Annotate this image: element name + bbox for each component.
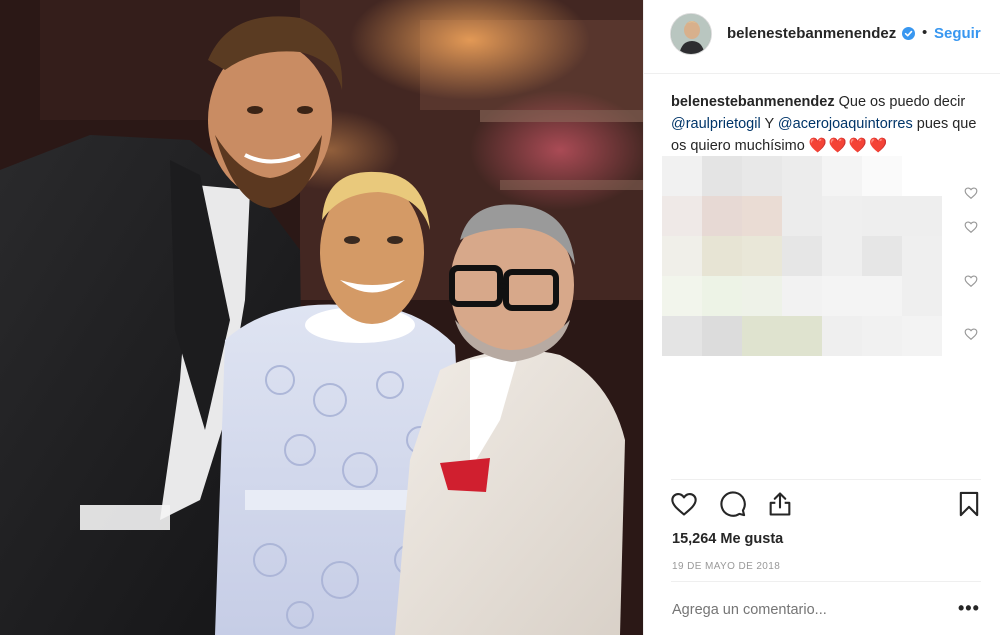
post-caption: belenestebanmenendez Que os puedo decir … [671, 91, 991, 157]
bookmark-icon[interactable] [955, 490, 983, 518]
caption-username[interactable]: belenestebanmenendez [671, 94, 835, 110]
post-photo[interactable] [0, 0, 643, 635]
caption-mention-1[interactable]: @raulprietogil [671, 116, 761, 132]
avatar[interactable] [670, 13, 712, 55]
likes-count[interactable]: 15,264 Me gusta [672, 531, 783, 547]
more-options-icon[interactable]: ••• [958, 598, 980, 619]
comment-like-icon[interactable] [964, 220, 980, 236]
caption-text-2: Y [760, 116, 778, 132]
comment-like-icon[interactable] [964, 274, 980, 290]
comment-like-icon[interactable] [964, 327, 980, 343]
share-icon[interactable] [766, 490, 794, 518]
username[interactable]: belenestebanmenendez [727, 25, 896, 42]
verified-badge-icon [902, 27, 915, 40]
comment-bubble-icon[interactable] [719, 490, 747, 518]
follow-button[interactable]: Seguir [934, 25, 981, 42]
post-photo-illustration [0, 0, 643, 635]
post-side-panel: belenestebanmenendez • Seguir belenesteb… [643, 0, 1000, 635]
actions-divider [671, 479, 981, 480]
post-date: 19 DE MAYO DE 2018 [672, 561, 781, 572]
comment-like-icon[interactable] [964, 186, 980, 202]
caption-hearts: ❤️❤️❤️❤️ [808, 138, 890, 154]
separator-dot: • [922, 24, 928, 41]
comment-divider [671, 581, 981, 582]
heart-icon[interactable] [670, 490, 698, 518]
post-header: belenestebanmenendez • Seguir [644, 0, 1000, 74]
blurred-comments [662, 156, 950, 360]
add-comment-input[interactable] [672, 602, 922, 618]
caption-text-1: Que os puedo decir [834, 94, 966, 110]
caption-mention-2[interactable]: @acerojoaquintorres [778, 116, 913, 132]
avatar-portrait [671, 14, 711, 54]
